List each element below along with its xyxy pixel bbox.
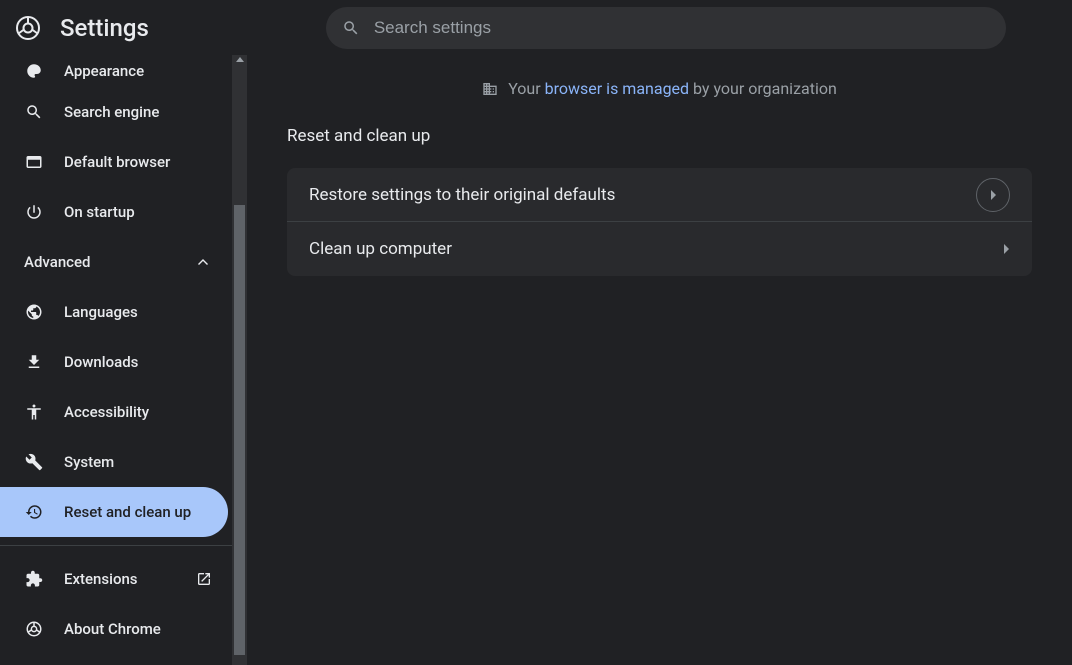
restore-defaults-row[interactable]: Restore settings to their original defau… xyxy=(287,168,1032,222)
sidebar: Appearance Search engine Default browser… xyxy=(0,55,247,665)
sidebar-item-label: Languages xyxy=(64,303,138,321)
extension-icon xyxy=(24,569,44,589)
managed-notice: Your browser is managed by your organiza… xyxy=(287,79,1032,98)
search-icon xyxy=(342,19,360,37)
sidebar-item-label: Default browser xyxy=(64,153,170,171)
page-title: Settings xyxy=(60,14,149,42)
download-icon xyxy=(24,352,44,372)
sidebar-item-languages[interactable]: Languages xyxy=(0,287,232,337)
search-icon xyxy=(24,102,44,122)
sidebar-item-label: Reset and clean up xyxy=(64,503,191,521)
sidebar-item-label: On startup xyxy=(64,203,135,221)
power-icon xyxy=(24,202,44,222)
browser-icon xyxy=(24,152,44,172)
advanced-toggle[interactable]: Advanced xyxy=(0,237,232,287)
sidebar-item-label: Downloads xyxy=(64,353,138,371)
sidebar-item-search-engine[interactable]: Search engine xyxy=(0,87,232,137)
arrow-right-icon xyxy=(1002,244,1010,254)
scrollbar-track[interactable] xyxy=(232,55,247,665)
external-link-icon xyxy=(196,571,212,587)
content-area: Your browser is managed by your organiza… xyxy=(247,55,1072,665)
header: Settings xyxy=(0,0,1072,55)
palette-icon xyxy=(24,61,44,81)
wrench-icon xyxy=(24,452,44,472)
row-label: Clean up computer xyxy=(309,239,452,259)
managed-link[interactable]: browser is managed xyxy=(545,79,689,98)
advanced-label: Advanced xyxy=(24,253,90,271)
sidebar-item-extensions[interactable]: Extensions xyxy=(0,554,232,604)
chrome-icon xyxy=(24,619,44,639)
scrollbar-thumb[interactable] xyxy=(234,205,245,655)
sidebar-item-label: Accessibility xyxy=(64,403,149,421)
settings-card: Restore settings to their original defau… xyxy=(287,168,1032,276)
search-input[interactable] xyxy=(326,7,1006,49)
divider xyxy=(0,545,232,546)
restore-icon xyxy=(24,502,44,522)
row-label: Restore settings to their original defau… xyxy=(309,185,615,205)
scroll-up-arrow-icon[interactable] xyxy=(236,57,244,62)
accessibility-icon xyxy=(24,402,44,422)
section-title: Reset and clean up xyxy=(287,126,1032,146)
sidebar-item-about-chrome[interactable]: About Chrome xyxy=(0,604,232,654)
chrome-logo-icon xyxy=(16,16,40,40)
sidebar-item-label: Search engine xyxy=(64,103,159,121)
sidebar-item-label: Appearance xyxy=(64,62,144,80)
sidebar-item-default-browser[interactable]: Default browser xyxy=(0,137,232,187)
sidebar-item-label: Extensions xyxy=(64,570,138,588)
managed-suffix: by your organization xyxy=(693,79,837,98)
search-container xyxy=(326,7,1006,49)
sidebar-item-system[interactable]: System xyxy=(0,437,232,487)
sidebar-item-on-startup[interactable]: On startup xyxy=(0,187,232,237)
chevron-up-icon xyxy=(198,259,208,265)
sidebar-item-appearance[interactable]: Appearance xyxy=(0,55,232,87)
building-icon xyxy=(482,81,498,97)
sidebar-item-accessibility[interactable]: Accessibility xyxy=(0,387,232,437)
sidebar-item-label: System xyxy=(64,453,114,471)
sidebar-item-label: About Chrome xyxy=(64,620,161,638)
managed-prefix: Your xyxy=(508,79,540,98)
arrow-circle-icon xyxy=(976,178,1010,212)
sidebar-item-downloads[interactable]: Downloads xyxy=(0,337,232,387)
globe-icon xyxy=(24,302,44,322)
sidebar-item-reset[interactable]: Reset and clean up xyxy=(0,487,228,537)
clean-up-computer-row[interactable]: Clean up computer xyxy=(287,222,1032,276)
